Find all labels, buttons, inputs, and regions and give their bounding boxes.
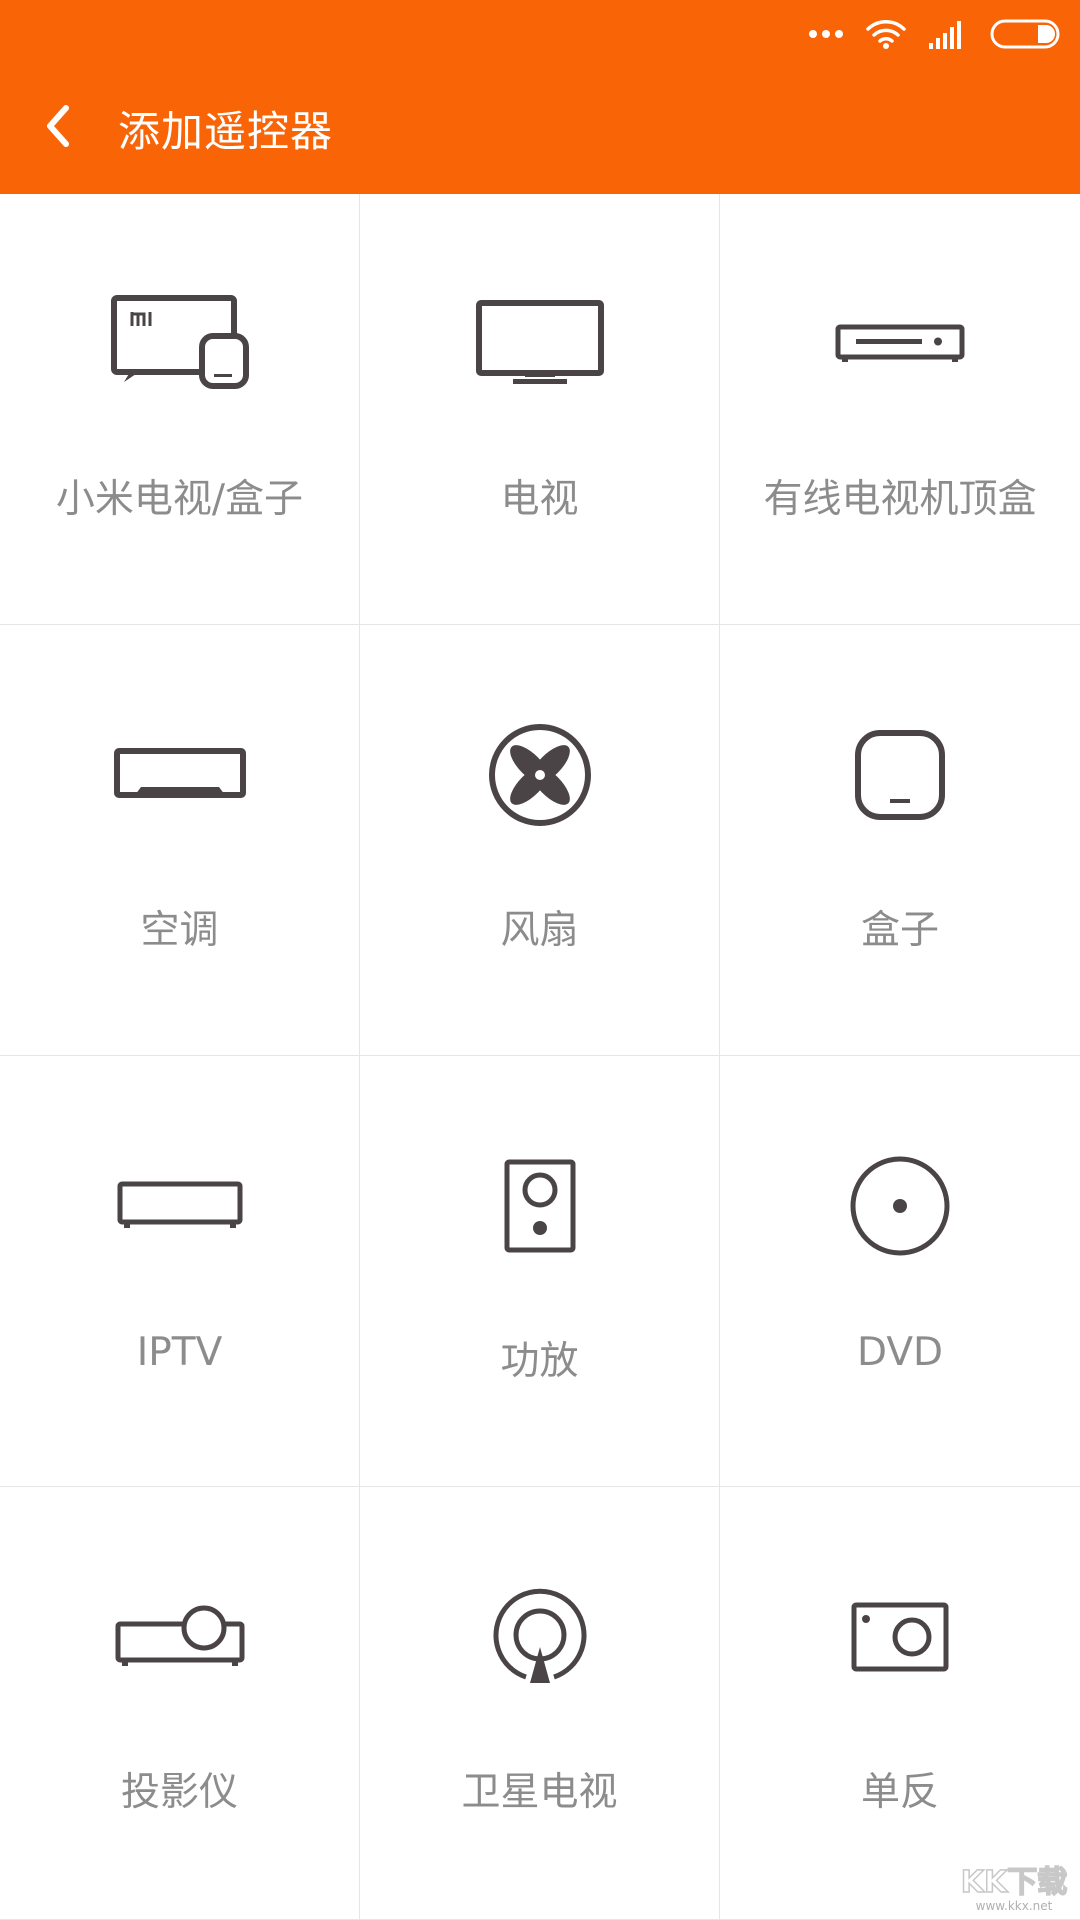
box-icon (830, 720, 970, 830)
back-button[interactable] (40, 90, 130, 166)
tv-icon (470, 289, 610, 399)
status-bar (808, 14, 1062, 54)
device-label: 卫星电视 (461, 1770, 618, 1815)
air-conditioner-icon (110, 720, 250, 830)
watermark-text: KK下载 (961, 1865, 1068, 1900)
device-item-dvd[interactable]: DVD (720, 1056, 1080, 1487)
chevron-left-icon (40, 102, 76, 154)
watermark-logo: KK下载 www.kkx.net (954, 1858, 1074, 1914)
fan-icon (470, 720, 610, 830)
projector-icon (110, 1582, 250, 1692)
device-item-set-top-box[interactable]: 有线电视机顶盒 (720, 194, 1080, 625)
device-item-fan[interactable]: 风扇 (360, 625, 720, 1056)
battery-icon (990, 19, 1062, 49)
device-grid: 小米电视/盒子 电视 有线电视机顶盒 空调 风扇 盒子 IPTV 功放 DVD … (0, 194, 1080, 1920)
device-label: 盒子 (860, 908, 939, 953)
signal-icon (928, 19, 968, 49)
page-title: 添加遥控器 (118, 106, 334, 156)
watermark-url: www.kkx.net (976, 1899, 1053, 1913)
mi-tv-box-icon (110, 289, 250, 399)
device-item-box[interactable]: 盒子 (720, 625, 1080, 1056)
device-label: 小米电视/盒子 (55, 477, 304, 522)
satellite-icon (470, 1582, 610, 1692)
device-item-iptv[interactable]: IPTV (0, 1056, 360, 1487)
device-item-dslr[interactable]: 单反 (720, 1487, 1080, 1920)
dvd-icon (830, 1151, 970, 1261)
device-item-mi-tv-box[interactable]: 小米电视/盒子 (0, 194, 360, 625)
device-item-air-conditioner[interactable]: 空调 (0, 625, 360, 1056)
camera-icon (830, 1582, 970, 1692)
device-label: 功放 (500, 1339, 579, 1384)
iptv-icon (110, 1151, 250, 1261)
device-label: DVD (856, 1330, 944, 1375)
device-label: 投影仪 (120, 1770, 238, 1815)
device-label: IPTV (136, 1330, 223, 1375)
device-label: 电视 (500, 477, 579, 522)
set-top-box-icon (830, 289, 970, 399)
title-row: 添加遥控器 (0, 90, 333, 166)
wifi-icon (866, 18, 906, 50)
app-header: 添加遥控器 (0, 0, 1080, 194)
device-item-amplifier[interactable]: 功放 (360, 1056, 720, 1487)
device-item-projector[interactable]: 投影仪 (0, 1487, 360, 1920)
device-item-tv[interactable]: 电视 (360, 194, 720, 625)
device-item-satellite-tv[interactable]: 卫星电视 (360, 1487, 720, 1920)
device-label: 有线电视机顶盒 (763, 477, 1037, 522)
speaker-icon (470, 1151, 610, 1261)
device-label: 风扇 (500, 908, 579, 953)
more-dots-icon (808, 28, 844, 40)
device-label: 空调 (140, 908, 219, 953)
device-label: 单反 (860, 1770, 939, 1815)
